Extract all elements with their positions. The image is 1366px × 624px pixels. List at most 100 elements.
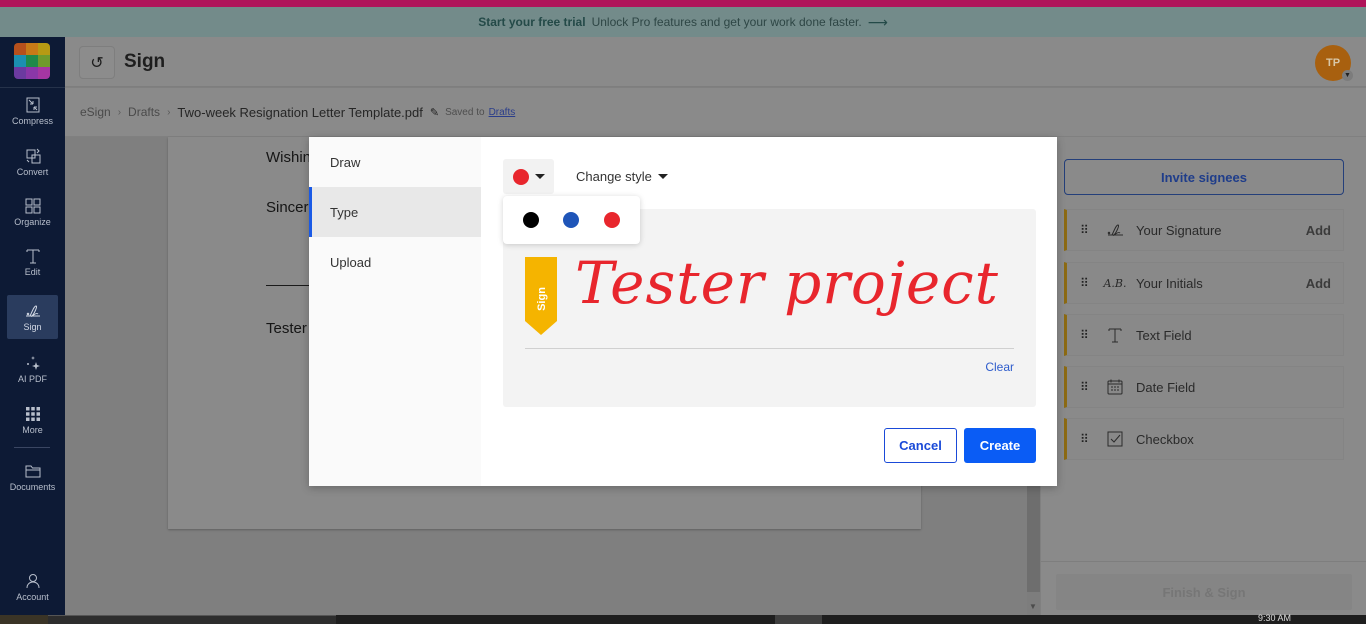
clear-signature-button[interactable]: Clear xyxy=(985,360,1014,374)
sidebar-divider xyxy=(14,447,50,448)
taskbar-search[interactable] xyxy=(48,615,336,624)
checkbox-icon xyxy=(1104,430,1126,448)
finish-and-sign-button[interactable]: Finish & Sign xyxy=(1056,574,1352,610)
sidebar-item-documents[interactable]: Documents xyxy=(7,455,58,499)
convert-icon xyxy=(26,148,40,164)
drag-handle-icon[interactable]: ⠿ xyxy=(1080,432,1090,446)
organize-icon xyxy=(25,198,40,214)
field-date-field[interactable]: ⠿ Date Field xyxy=(1064,366,1344,408)
fields-panel: Invite signees ⠿ Your Signature Add ⠿ A.… xyxy=(1041,137,1366,615)
taskbar-app[interactable] xyxy=(775,615,822,624)
logo-tile xyxy=(26,55,38,67)
sidebar-item-label: Sign xyxy=(23,322,42,332)
top-accent-strip xyxy=(0,0,1366,7)
chevron-right-icon: › xyxy=(167,106,171,118)
logo-tile xyxy=(14,67,26,79)
add-signature-button[interactable]: Add xyxy=(1306,223,1331,238)
color-option-red[interactable] xyxy=(603,212,620,228)
typed-signature: Tester project xyxy=(575,249,999,317)
avatar[interactable]: TP ▼ xyxy=(1315,45,1353,81)
edit-text-icon xyxy=(26,249,39,264)
trial-cta[interactable]: Start your free trial xyxy=(478,15,585,29)
folder-icon xyxy=(25,465,40,478)
drag-handle-icon[interactable]: ⠿ xyxy=(1080,328,1090,342)
taskbar-start[interactable] xyxy=(0,615,48,624)
create-button[interactable]: Create xyxy=(964,428,1036,463)
tab-type[interactable]: Type xyxy=(309,187,481,237)
signature-method-tabs: Draw Type Upload xyxy=(309,137,481,486)
color-option-blue[interactable] xyxy=(563,212,580,228)
taskbar-clock: 9:30 AM xyxy=(1258,613,1292,623)
change-style-button[interactable]: Change style xyxy=(576,159,668,194)
selected-color-swatch xyxy=(512,168,529,185)
tab-draw[interactable]: Draw xyxy=(309,137,481,187)
color-option-black[interactable] xyxy=(523,212,540,228)
caret-down-icon xyxy=(534,174,545,179)
sidebar-item-label: More xyxy=(22,425,43,435)
sidebar: Compress Convert Organize Edit Sign AI P… xyxy=(0,37,65,615)
undo-button[interactable]: ↺ xyxy=(79,46,115,79)
sidebar-item-convert[interactable]: Convert xyxy=(7,140,58,184)
drag-handle-icon[interactable]: ⠿ xyxy=(1080,380,1090,394)
breadcrumb: eSign › Drafts › Two-week Resignation Le… xyxy=(65,88,1366,136)
compress-icon xyxy=(26,97,39,113)
avatar-initials: TP xyxy=(1325,57,1341,69)
sidebar-item-account[interactable]: Account xyxy=(7,565,58,609)
field-label: Your Initials xyxy=(1136,275,1203,291)
calendar-icon xyxy=(1104,378,1126,396)
field-text-field[interactable]: ⠿ Text Field xyxy=(1064,314,1344,356)
logo-tile xyxy=(38,67,50,79)
breadcrumb-esign[interactable]: eSign xyxy=(80,105,111,119)
field-label: Text Field xyxy=(1136,327,1192,343)
arrow-right-icon[interactable]: ⟶ xyxy=(868,14,888,31)
document-text-line: Sincer xyxy=(266,199,309,216)
add-initials-button[interactable]: Add xyxy=(1306,276,1331,291)
field-label: Date Field xyxy=(1136,379,1196,395)
sidebar-item-more[interactable]: More xyxy=(7,398,58,442)
pencil-icon[interactable]: ✎ xyxy=(430,106,439,119)
cancel-button[interactable]: Cancel xyxy=(884,428,957,463)
sidebar-divider xyxy=(0,87,65,88)
logo-tile xyxy=(38,55,50,67)
sidebar-item-sign[interactable]: Sign xyxy=(7,295,58,339)
sidebar-item-ai-pdf[interactable]: AI PDF xyxy=(7,347,58,391)
color-picker-button[interactable] xyxy=(503,159,554,194)
chevron-down-icon: ▼ xyxy=(1342,70,1353,81)
trial-message: Unlock Pro features and get your work do… xyxy=(591,15,862,29)
app-logo[interactable] xyxy=(14,43,50,79)
field-your-signature[interactable]: ⠿ Your Signature Add xyxy=(1064,209,1344,251)
panel-divider xyxy=(1041,561,1366,562)
sidebar-item-label: Edit xyxy=(24,267,41,277)
top-header: ↺ Sign TP ▼ xyxy=(65,37,1366,87)
sidebar-item-compress[interactable]: Compress xyxy=(7,89,58,133)
drag-handle-icon[interactable]: ⠿ xyxy=(1080,276,1090,290)
sidebar-item-edit[interactable]: Edit xyxy=(7,240,58,284)
drag-handle-icon[interactable]: ⠿ xyxy=(1080,223,1090,237)
os-taskbar: 9:30 AM xyxy=(0,613,1366,624)
field-label: Checkbox xyxy=(1136,431,1194,447)
initials-icon: A.B. xyxy=(1103,276,1127,290)
signature-modal: Draw Type Upload Change style Sign Teste… xyxy=(309,137,1057,486)
sidebar-item-label: AI PDF xyxy=(17,374,47,384)
page-title: Sign xyxy=(124,51,166,72)
breadcrumb-drafts[interactable]: Drafts xyxy=(128,105,160,119)
saved-drafts-link[interactable]: Drafts xyxy=(489,107,516,118)
trial-banner[interactable]: Start your free trial Unlock Pro feature… xyxy=(0,7,1366,37)
scroll-down-icon[interactable]: ▼ xyxy=(1029,602,1037,611)
sidebar-item-label: Account xyxy=(16,592,49,602)
document-text-line: Wishin xyxy=(266,149,312,166)
tab-upload[interactable]: Upload xyxy=(309,237,481,287)
text-field-icon xyxy=(1104,326,1126,344)
color-options-popover xyxy=(503,196,640,244)
invite-signees-button[interactable]: Invite signees xyxy=(1064,159,1344,195)
field-checkbox[interactable]: ⠿ Checkbox xyxy=(1064,418,1344,460)
sidebar-item-organize[interactable]: Organize xyxy=(7,190,58,234)
app-root: Start your free trial Unlock Pro feature… xyxy=(0,0,1366,624)
saved-status: Saved to xyxy=(445,106,485,118)
file-name[interactable]: Two-week Resignation Letter Template.pdf xyxy=(177,105,422,120)
logo-tile xyxy=(26,67,38,79)
logo-tile xyxy=(14,43,26,55)
sidebar-item-label: Documents xyxy=(9,482,56,492)
logo-tile xyxy=(38,43,50,55)
field-your-initials[interactable]: ⠿ A.B. Your Initials Add xyxy=(1064,262,1344,304)
